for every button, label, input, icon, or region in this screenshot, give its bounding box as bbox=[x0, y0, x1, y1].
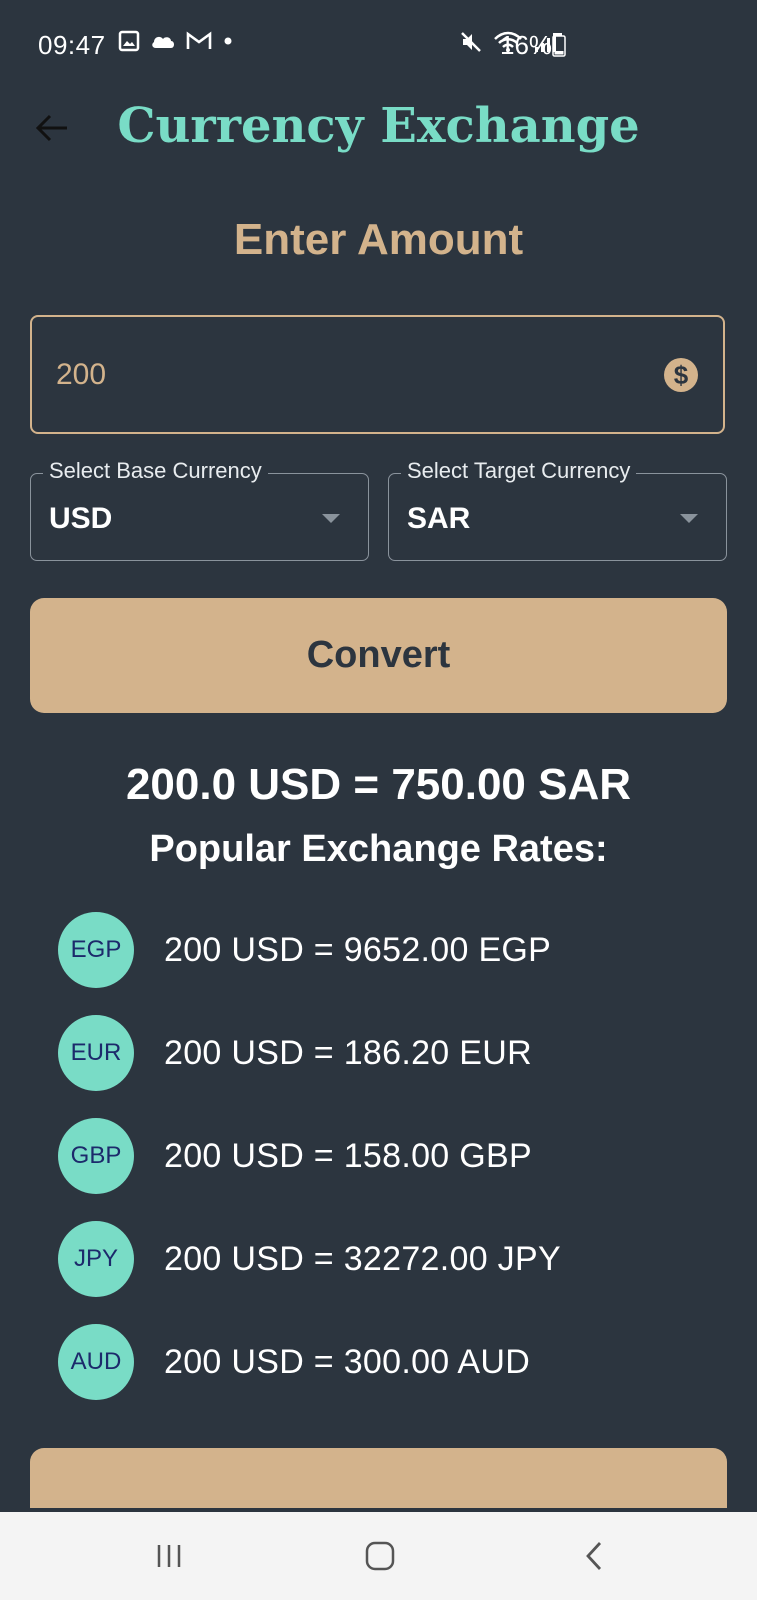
list-item: AUD 200 USD = 300.00 AUD bbox=[58, 1324, 530, 1400]
currency-badge: AUD bbox=[58, 1324, 134, 1400]
list-item: EUR 200 USD = 186.20 EUR bbox=[58, 1015, 532, 1091]
status-time: 09:47 bbox=[38, 30, 106, 60]
base-currency-select[interactable]: Select Base Currency USD bbox=[30, 458, 369, 561]
recents-button[interactable] bbox=[147, 1534, 191, 1578]
list-item: GBP 200 USD = 158.00 GBP bbox=[58, 1118, 532, 1194]
app-title: Currency Exchange bbox=[117, 98, 640, 154]
cloud-icon bbox=[152, 36, 174, 48]
convert-button[interactable]: Convert bbox=[30, 598, 727, 713]
battery-percentage: 16% bbox=[500, 30, 553, 60]
recents-icon bbox=[157, 1545, 181, 1567]
rate-text: 200 USD = 186.20 EUR bbox=[164, 1033, 532, 1072]
status-bar: 09:47 16% bbox=[0, 0, 757, 92]
list-item: EGP 200 USD = 9652.00 EGP bbox=[58, 912, 551, 988]
home-button[interactable] bbox=[358, 1534, 402, 1578]
currency-badge: GBP bbox=[58, 1118, 134, 1194]
target-currency-select[interactable]: Select Target Currency SAR bbox=[388, 458, 727, 561]
chevron-down-icon bbox=[322, 514, 340, 523]
mute-icon bbox=[461, 32, 481, 52]
amount-input[interactable] bbox=[54, 357, 618, 393]
currency-badge: JPY bbox=[58, 1221, 134, 1297]
chevron-down-icon bbox=[680, 514, 698, 523]
gmail-icon bbox=[186, 31, 212, 49]
rate-text: 200 USD = 300.00 AUD bbox=[164, 1342, 531, 1381]
status-icons-left bbox=[118, 30, 234, 52]
system-nav-bar bbox=[0, 1512, 757, 1600]
dot-icon bbox=[224, 37, 232, 45]
battery-icon bbox=[552, 33, 566, 57]
conversion-result: 200.0 USD = 750.00 SAR bbox=[125, 760, 632, 809]
base-currency-value: USD bbox=[49, 502, 113, 535]
bottom-action-button[interactable] bbox=[30, 1448, 727, 1508]
popular-rates-title: Popular Exchange Rates: bbox=[149, 828, 608, 870]
list-item: JPY 200 USD = 32272.00 JPY bbox=[58, 1221, 561, 1297]
svg-text:$: $ bbox=[674, 360, 689, 390]
currency-badge: EGP bbox=[58, 912, 134, 988]
rate-text: 200 USD = 32272.00 JPY bbox=[164, 1239, 561, 1278]
target-currency-value: SAR bbox=[407, 502, 471, 535]
enter-amount-heading: Enter Amount bbox=[233, 215, 524, 264]
rate-text: 200 USD = 9652.00 EGP bbox=[164, 930, 552, 969]
home-icon bbox=[365, 1541, 395, 1571]
target-currency-label: Select Target Currency bbox=[401, 458, 637, 484]
nav-back-button[interactable] bbox=[572, 1534, 616, 1578]
dollar-circle-icon: $ bbox=[664, 358, 698, 392]
back-icon bbox=[586, 1542, 602, 1570]
base-currency-label: Select Base Currency bbox=[43, 458, 268, 484]
amount-input-box[interactable]: $ bbox=[30, 315, 725, 434]
currency-badge: EUR bbox=[58, 1015, 134, 1091]
rate-text: 200 USD = 158.00 GBP bbox=[164, 1136, 532, 1175]
image-icon bbox=[118, 30, 140, 52]
